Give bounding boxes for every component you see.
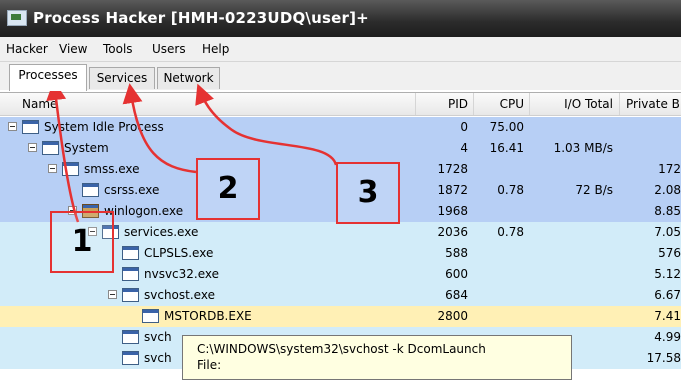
annotation-label-2: 2 [196,158,260,220]
process-cpu: 0.78 [497,183,524,197]
process-window-icon [122,246,139,260]
menu-hacker[interactable]: Hacker [6,42,48,56]
process-name: MSTORDB.EXE [164,309,252,323]
tab-services[interactable]: Services [89,67,155,89]
process-private-bytes: 7.05 [654,225,681,239]
menu-bar: Hacker View Tools Users Help [0,37,681,62]
process-private-bytes: 172 [658,162,681,176]
process-row[interactable]: System Idle Process 0 75.00 [0,117,681,138]
column-divider[interactable] [619,93,620,115]
column-name[interactable]: Name [22,97,57,111]
window-title: Process Hacker [HMH-0223UDQ\user]+ [33,9,369,27]
process-private-bytes: 5.12 [654,267,681,281]
menu-tools[interactable]: Tools [103,42,133,56]
column-io-total[interactable]: I/O Total [529,97,613,111]
process-row[interactable]: System 4 16.41 1.03 MB/s [0,138,681,159]
process-name: services.exe [124,225,199,239]
collapse-toggle-icon[interactable] [8,122,17,131]
process-pid: 1968 [437,204,468,218]
process-pid: 684 [445,288,468,302]
tab-strip: Processes Services Network [0,62,681,91]
process-pid: 588 [445,246,468,260]
process-cpu: 0.78 [497,225,524,239]
process-private-bytes: 2.08 [654,183,681,197]
tooltip-command-line: C:\WINDOWS\system32\svchost -k DcomLaunc… [197,342,486,356]
process-pid: 1872 [437,183,468,197]
process-window-icon [122,288,139,302]
process-window-icon [142,309,159,323]
process-row[interactable]: MSTORDB.EXE 2800 7.41 [0,306,681,327]
process-pid: 600 [445,267,468,281]
process-cpu: 75.00 [489,120,524,134]
process-window-icon [122,351,139,365]
process-window-icon [62,162,79,176]
process-pid: 2800 [437,309,468,323]
process-cpu: 16.41 [489,141,524,155]
column-pid[interactable]: PID [415,97,468,111]
annotation-label-1: 1 [50,211,114,273]
app-icon [7,10,27,26]
process-private-bytes: 6.67 [654,288,681,302]
process-name: CLPSLS.exe [144,246,214,260]
title-bar: Process Hacker [HMH-0223UDQ\user]+ [0,0,681,37]
process-window-icon [122,330,139,344]
annotation-label-3: 3 [336,162,400,224]
process-private-bytes: 4.99 [654,330,681,344]
process-row[interactable]: svchost.exe 684 6.67 [0,285,681,306]
menu-view[interactable]: View [59,42,87,56]
process-private-bytes: 8.85 [654,204,681,218]
menu-users[interactable]: Users [152,42,186,56]
process-pid: 4 [460,141,468,155]
process-name: svchost.exe [144,288,215,302]
column-private-bytes[interactable]: Private B [626,97,680,111]
process-window-icon [42,141,59,155]
process-name: nvsvc32.exe [144,267,220,281]
process-tooltip: C:\WINDOWS\system32\svchost -k DcomLaunc… [182,335,572,380]
process-private-bytes: 7.41 [654,309,681,323]
process-private-bytes: 17.58 [646,351,681,365]
tooltip-file: File: [197,358,222,372]
process-io-total: 1.03 MB/s [553,141,613,155]
tab-processes[interactable]: Processes [9,64,87,91]
process-pid: 2036 [437,225,468,239]
collapse-toggle-icon[interactable] [108,290,117,299]
menu-help[interactable]: Help [202,42,229,56]
column-header: Name PID CPU I/O Total Private B [0,92,681,116]
tab-network[interactable]: Network [157,67,220,89]
process-pid: 1728 [437,162,468,176]
process-window-icon [22,120,39,134]
process-name: System Idle Process [44,120,164,134]
process-name: System [64,141,109,155]
collapse-toggle-icon[interactable] [48,164,57,173]
column-cpu[interactable]: CPU [473,97,524,111]
process-io-total: 72 B/s [575,183,613,197]
process-window-icon [122,267,139,281]
process-window-icon [82,183,99,197]
process-pid: 0 [460,120,468,134]
process-private-bytes: 576 [658,246,681,260]
collapse-toggle-icon[interactable] [28,143,37,152]
